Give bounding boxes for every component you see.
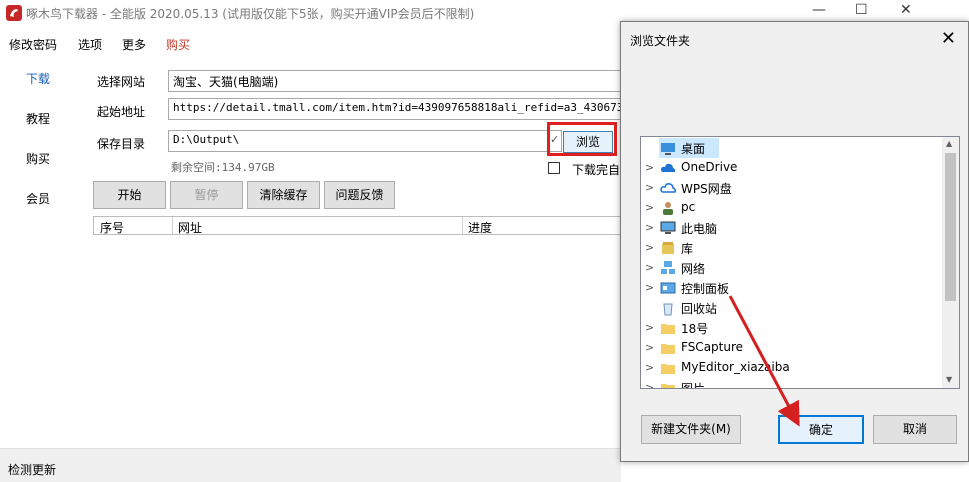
pause-button[interactable]: 暂停 — [170, 181, 243, 209]
scrollbar-thumb[interactable] — [945, 153, 956, 301]
tree-item-label: OneDrive — [681, 160, 738, 174]
column-url[interactable]: 网址 — [178, 219, 202, 236]
clear-cache-button[interactable]: 清除缓存 — [247, 181, 320, 209]
tree-item[interactable]: 桌面 — [659, 138, 719, 158]
tree-item-label: 回收站 — [681, 302, 718, 316]
tree-item-label: FSCapture — [681, 340, 744, 354]
menu-change-password[interactable]: 修改密码 — [9, 36, 57, 53]
tree-item-label: 库 — [681, 242, 694, 256]
menu-buy[interactable]: 购买 — [166, 36, 190, 53]
user-icon — [663, 202, 673, 215]
tree-item-label: WPS网盘 — [681, 182, 732, 196]
tree-item[interactable]: > 图片 — [641, 378, 941, 389]
tree-item-label: 桌面 — [681, 142, 706, 156]
chevron-right-icon[interactable]: > — [645, 241, 654, 254]
tree-item-label: 控制面板 — [681, 282, 730, 296]
woodpecker-app-icon — [6, 5, 22, 21]
chevron-right-icon[interactable]: > — [645, 261, 654, 274]
computer-icon — [660, 221, 676, 234]
feedback-button[interactable]: 问题反馈 — [324, 181, 395, 209]
start-button[interactable]: 开始 — [93, 181, 166, 209]
chevron-right-icon[interactable]: > — [645, 201, 654, 214]
chevron-right-icon[interactable]: > — [645, 281, 654, 294]
browse-folder-dialog: 浏览文件夹 ✕ 桌面 > OneDrive > WPS网盘 > pc > 此电脑 > 库 > 网络 > 控制… — [620, 21, 969, 462]
column-index[interactable]: 序号 — [100, 219, 124, 236]
chevron-right-icon[interactable]: > — [645, 361, 654, 374]
menu-options[interactable]: 选项 — [78, 36, 102, 53]
folder-icon — [661, 324, 675, 334]
cancel-button[interactable]: 取消 — [873, 415, 957, 444]
network-icon — [661, 261, 675, 274]
library-icon — [662, 242, 674, 254]
control-panel-icon — [660, 282, 676, 294]
download-table-header: 序号 网址 进度 — [93, 216, 621, 235]
check-update-link[interactable]: 检测更新 — [8, 461, 56, 478]
tree-item[interactable]: > 库 — [641, 238, 941, 258]
recycle-bin-icon — [663, 303, 673, 316]
tree-item-label: 网络 — [681, 262, 706, 276]
site-select[interactable]: 淘宝、天猫(电脑端) — [168, 70, 628, 92]
tree-scrollbar[interactable]: ▲ ▼ — [942, 137, 959, 388]
url-input[interactable]: https://detail.tmall.com/item.htm?id=439… — [168, 98, 628, 120]
save-dir-value: D:\Output\ — [173, 133, 240, 146]
sidebar-item-tutorial[interactable]: 教程 — [26, 110, 50, 127]
tree-item[interactable]: > MyEditor_xiazaiba — [641, 358, 941, 378]
tree-item-label: 18号 — [681, 322, 709, 336]
tree-item[interactable]: > OneDrive — [641, 158, 941, 178]
chevron-right-icon[interactable]: > — [645, 381, 654, 388]
tree-item[interactable]: > 此电脑 — [641, 218, 941, 238]
tree-item[interactable]: > 控制面板 — [641, 278, 941, 298]
sidebar-item-download[interactable]: 下载 — [26, 70, 50, 87]
url-input-value: https://detail.tmall.com/item.htm?id=439… — [173, 101, 628, 114]
scroll-up-icon[interactable]: ▲ — [946, 139, 952, 148]
free-space-text: 剩余空间:134.97GB — [171, 161, 275, 174]
tree-item[interactable]: 回收站 — [641, 298, 941, 318]
save-dir-label: 保存目录 — [97, 137, 146, 151]
close-icon[interactable]: ✕ — [900, 2, 912, 18]
browse-button[interactable]: 浏览 — [563, 131, 613, 153]
ok-button[interactable]: 确定 — [778, 415, 864, 444]
sidebar-item-member[interactable]: 会员 — [26, 190, 50, 207]
folder-icon — [661, 384, 675, 388]
desktop-icon — [661, 143, 675, 155]
tree-item[interactable]: > pc — [641, 198, 941, 218]
column-divider — [462, 217, 463, 234]
scroll-down-icon[interactable]: ▼ — [946, 375, 952, 384]
chevron-right-icon[interactable]: > — [645, 161, 654, 174]
folder-tree[interactable]: 桌面 > OneDrive > WPS网盘 > pc > 此电脑 > 库 > 网络 > 控制面板 回收站 >18… — [640, 136, 960, 389]
chevron-right-icon[interactable]: > — [645, 341, 654, 354]
tree-item[interactable]: > WPS网盘 — [641, 178, 941, 198]
dialog-close-icon[interactable]: ✕ — [941, 28, 956, 49]
tree-item[interactable]: > 网络 — [641, 258, 941, 278]
folder-icon — [661, 364, 675, 374]
download-done-checkbox[interactable] — [548, 162, 560, 174]
tree-item[interactable]: >18号 — [641, 318, 941, 338]
tree-item-label: 此电脑 — [681, 222, 718, 236]
url-label: 起始地址 — [97, 105, 146, 119]
new-folder-button[interactable]: 新建文件夹(M) — [641, 415, 741, 444]
menu-more[interactable]: 更多 — [122, 36, 146, 53]
download-done-label: 下载完自 — [572, 163, 621, 177]
maximize-icon[interactable]: ☐ — [855, 2, 868, 18]
cloud-outline-icon — [660, 183, 676, 193]
site-select-value: 淘宝、天猫(电脑端) — [173, 75, 279, 89]
tree-item[interactable]: > FSCapture — [641, 338, 941, 358]
chevron-right-icon[interactable]: > — [645, 221, 654, 234]
sidebar-item-buy[interactable]: 购买 — [26, 150, 50, 167]
folder-icon — [661, 344, 675, 354]
column-progress[interactable]: 进度 — [468, 219, 492, 236]
site-label: 选择网站 — [97, 75, 146, 89]
dialog-title: 浏览文件夹 — [630, 34, 691, 48]
cloud-icon — [661, 163, 676, 172]
minimize-icon[interactable]: — — [812, 2, 826, 18]
chevron-right-icon[interactable]: > — [645, 321, 654, 334]
status-bar: 检测更新 — [0, 448, 621, 482]
chevron-right-icon[interactable]: > — [645, 181, 654, 194]
save-dir-input[interactable]: D:\Output\ — [168, 130, 562, 152]
tree-item-label: MyEditor_xiazaiba — [681, 360, 790, 374]
tree-item-label: pc — [681, 200, 696, 214]
window-title: 啄木鸟下载器 - 全能版 2020.05.13 (试用版仅能下5张，购买开通VI… — [26, 7, 475, 21]
tree-item-label: 图片 — [681, 382, 706, 389]
column-divider — [172, 217, 173, 234]
